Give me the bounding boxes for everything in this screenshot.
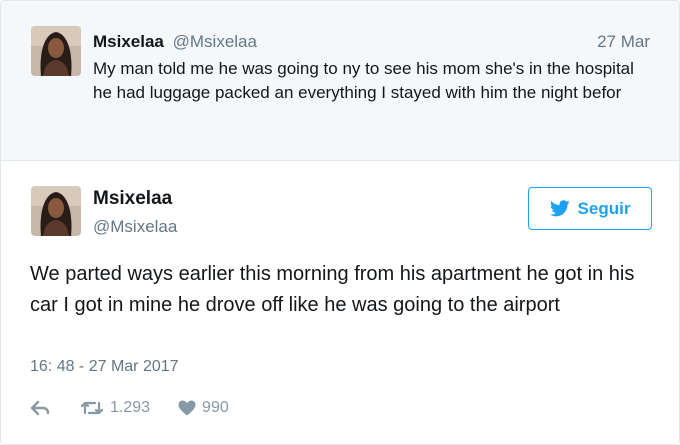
reply-button[interactable] bbox=[30, 400, 50, 416]
reply-icon bbox=[30, 400, 50, 416]
like-count: 990 bbox=[202, 399, 229, 416]
follow-button[interactable]: Seguir bbox=[528, 187, 652, 230]
like-button[interactable]: 990 bbox=[178, 399, 229, 417]
user-handle[interactable]: @Msixelaa bbox=[93, 217, 177, 237]
parent-tweet-header: Msixelaa @Msixelaa bbox=[93, 32, 257, 52]
tweet-embed: Msixelaa @Msixelaa 27 Mar My man told me… bbox=[0, 0, 680, 445]
retweet-button[interactable]: 1.293 bbox=[80, 399, 150, 417]
retweet-count: 1.293 bbox=[110, 399, 151, 416]
retweet-icon bbox=[80, 400, 104, 416]
tweet-actions: 1.293 990 bbox=[30, 397, 229, 419]
avatar[interactable] bbox=[31, 186, 81, 236]
avatar[interactable] bbox=[31, 26, 81, 76]
twitter-bird-icon bbox=[549, 200, 570, 217]
tweet-text: My man told me he was going to ny to see… bbox=[93, 59, 634, 102]
user-handle[interactable]: @Msixelaa bbox=[173, 32, 257, 51]
user-name[interactable]: Msixelaa bbox=[93, 188, 172, 210]
tweet-timestamp[interactable]: 16: 48 - 27 Mar 2017 bbox=[30, 357, 179, 377]
user-name[interactable]: Msixelaa bbox=[93, 32, 164, 51]
tweet-date[interactable]: 27 Mar bbox=[597, 32, 650, 52]
tweet-text: We parted ways earlier this morning from… bbox=[30, 263, 635, 316]
parent-tweet[interactable]: Msixelaa @Msixelaa 27 Mar My man told me… bbox=[1, 1, 679, 161]
heart-icon bbox=[178, 400, 196, 416]
follow-label: Seguir bbox=[577, 198, 631, 218]
